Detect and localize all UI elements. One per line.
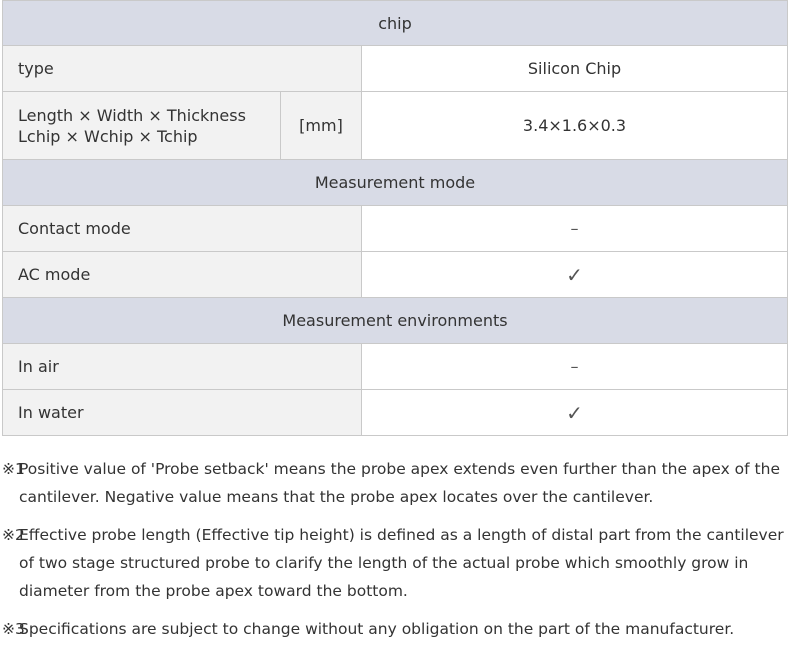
- footnote-mark: ※3: [2, 620, 25, 638]
- row-label-in-air: In air: [2, 343, 362, 390]
- footnotes: ※1 Positive value of 'Probe setback' mea…: [2, 455, 786, 653]
- table-row: Length × Width × Thickness Lchip × Wchip…: [2, 91, 788, 160]
- footnote-text: Effective probe length (Effective tip he…: [19, 526, 784, 600]
- section-header-measurement-environments: Measurement environments: [2, 297, 788, 344]
- table-row: Contact mode –: [2, 205, 788, 252]
- row-value-in-air: –: [361, 343, 788, 390]
- row-label-ac-mode: AC mode: [2, 251, 362, 298]
- footnote-text: Specifications are subject to change wit…: [19, 620, 735, 638]
- table-row: type Silicon Chip: [2, 45, 788, 92]
- row-unit-dimensions: [mm]: [280, 91, 362, 160]
- dimension-label: Length × Width × Thickness: [18, 105, 246, 125]
- footnote-mark: ※2: [2, 526, 25, 544]
- footnote-2: ※2 Effective probe length (Effective tip…: [2, 521, 786, 605]
- row-value-ac-mode: ✓: [361, 251, 788, 298]
- dash-icon: –: [570, 357, 579, 376]
- row-value-in-water: ✓: [361, 389, 788, 436]
- row-label-type: type: [2, 45, 362, 92]
- row-value-dimensions: 3.4×1.6×0.3: [361, 91, 788, 160]
- footnote-1: ※1 Positive value of 'Probe setback' mea…: [2, 455, 786, 511]
- row-label-dimensions: Length × Width × Thickness Lchip × Wchip…: [2, 91, 281, 160]
- table-row: In air –: [2, 343, 788, 390]
- dash-icon: –: [570, 219, 579, 238]
- row-value-type: Silicon Chip: [361, 45, 788, 92]
- row-label-in-water: In water: [2, 389, 362, 436]
- spec-table: chip type Silicon Chip Length × Width × …: [2, 0, 788, 436]
- checkmark-icon: ✓: [566, 262, 583, 287]
- checkmark-icon: ✓: [566, 400, 583, 425]
- table-row: AC mode ✓: [2, 251, 788, 298]
- footnote-text: Positive value of 'Probe setback' means …: [19, 460, 780, 506]
- row-label-contact-mode: Contact mode: [2, 205, 362, 252]
- footnote-mark: ※1: [2, 460, 25, 478]
- section-header-chip: chip: [2, 0, 788, 46]
- dimension-sublabel: Lchip × Wchip × Tchip: [18, 126, 198, 146]
- table-row: In water ✓: [2, 389, 788, 436]
- row-value-contact-mode: –: [361, 205, 788, 252]
- footnote-3: ※3 Specifications are subject to change …: [2, 615, 786, 643]
- section-header-measurement-mode: Measurement mode: [2, 159, 788, 206]
